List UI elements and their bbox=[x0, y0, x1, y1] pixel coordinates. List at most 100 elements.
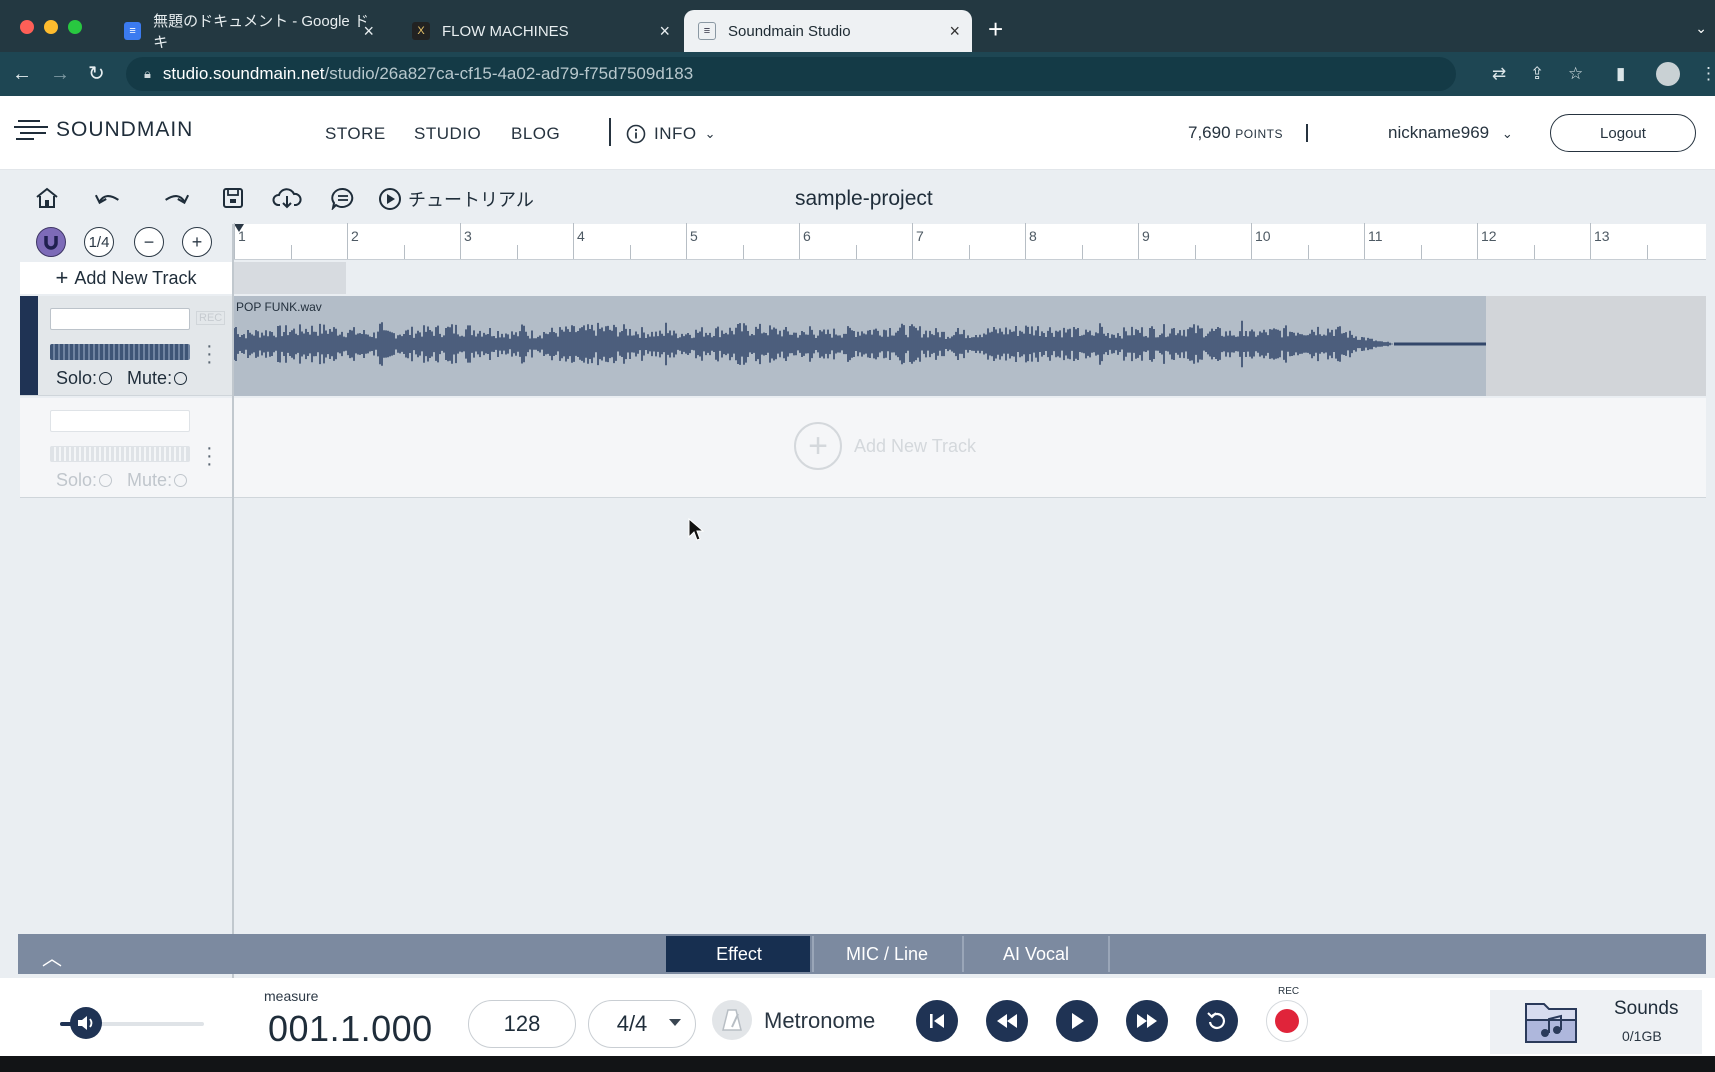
soundmain-logo[interactable]: SOUNDMAIN bbox=[14, 118, 193, 142]
music-folder-icon bbox=[1525, 1003, 1577, 1043]
solo-radio[interactable] bbox=[99, 372, 113, 385]
nav-studio[interactable]: STUDIO bbox=[414, 124, 481, 144]
caret-down-icon bbox=[669, 1019, 681, 1026]
measure-number: 12 bbox=[1481, 228, 1497, 244]
metronome-toggle[interactable] bbox=[712, 1000, 752, 1040]
ruler-subtick bbox=[1307, 245, 1309, 259]
translate-icon[interactable]: ⇄ bbox=[1492, 64, 1506, 84]
loop-button[interactable] bbox=[1196, 1000, 1238, 1042]
solo-toggle[interactable]: Solo: bbox=[56, 470, 113, 490]
track-rec-button[interactable]: REC bbox=[196, 311, 226, 325]
measure-value[interactable]: 001.1.000 bbox=[268, 1008, 433, 1050]
play-circle-icon bbox=[379, 188, 401, 210]
time-signature-select[interactable]: 4/4 bbox=[588, 1000, 696, 1048]
tab-effect[interactable]: Effect bbox=[666, 936, 810, 972]
back-icon[interactable]: ← bbox=[12, 63, 32, 85]
ruler-tick bbox=[1138, 223, 1139, 259]
loop-region[interactable] bbox=[234, 262, 346, 294]
nav-store[interactable]: STORE bbox=[325, 124, 386, 144]
comment-icon[interactable] bbox=[328, 184, 358, 212]
save-icon[interactable] bbox=[218, 184, 248, 212]
skip-back-icon bbox=[930, 1014, 944, 1028]
nav-info[interactable]: INFO ⌄ bbox=[626, 124, 716, 144]
close-tab-icon[interactable]: × bbox=[659, 21, 670, 42]
track-menu-icon[interactable]: · · · bbox=[206, 336, 213, 372]
bookmark-star-icon[interactable]: ☆ bbox=[1568, 64, 1583, 84]
mute-toggle[interactable]: Mute: bbox=[127, 470, 188, 490]
ruler-subtick bbox=[968, 245, 970, 259]
speaker-icon[interactable] bbox=[70, 1007, 102, 1039]
track-volume-slider[interactable] bbox=[50, 446, 190, 462]
play-icon bbox=[1072, 1013, 1084, 1029]
maximize-window-button[interactable] bbox=[68, 20, 82, 34]
add-new-track-lane-button[interactable]: + Add New Track bbox=[794, 422, 976, 470]
new-tab-button[interactable]: + bbox=[988, 16, 1003, 42]
close-window-button[interactable] bbox=[20, 20, 34, 34]
add-track-label: Add New Track bbox=[854, 435, 977, 456]
track-lane[interactable]: POP FUNK.wav bbox=[234, 296, 1706, 396]
project-name[interactable]: sample-project bbox=[795, 187, 933, 211]
mute-radio[interactable] bbox=[174, 372, 188, 385]
track-name-input[interactable] bbox=[50, 308, 190, 330]
minimize-window-button[interactable] bbox=[44, 20, 58, 34]
ruler-tick bbox=[686, 223, 687, 259]
forward-icon[interactable]: → bbox=[50, 63, 70, 85]
add-new-track-button[interactable]: + Add New Track bbox=[20, 262, 232, 294]
add-track-label: Add New Track bbox=[74, 267, 197, 288]
ruler-subtick bbox=[1194, 245, 1196, 259]
nav-blog[interactable]: BLOG bbox=[511, 124, 560, 144]
zoom-in-button[interactable]: + bbox=[182, 227, 212, 257]
profile-avatar[interactable] bbox=[1656, 62, 1680, 86]
measure-number: 9 bbox=[1142, 228, 1150, 244]
tab-mic-line[interactable]: MIC / Line bbox=[812, 936, 960, 972]
redo-icon[interactable] bbox=[160, 184, 190, 212]
ruler-subtick bbox=[290, 245, 292, 259]
browser-tab-google-docs[interactable]: ≡ 無題のドキュメント - Google ドキ × bbox=[110, 10, 386, 52]
user-menu[interactable]: nickname969 ⌄ bbox=[1388, 123, 1513, 143]
timeline-ruler[interactable]: 1 2 3 4 5 6 7 8 9 10 11 12 13 bbox=[234, 223, 1706, 260]
track-color-strip bbox=[20, 296, 38, 395]
browser-tab-soundmain[interactable]: ≡ Soundmain Studio × bbox=[684, 10, 972, 52]
url-field[interactable]: 🔒︎ studio.soundmain.net/studio/26a827ca-… bbox=[126, 57, 1456, 91]
browser-tab-bar: ≡ 無題のドキュメント - Google ドキ × X FLOW MACHINE… bbox=[0, 0, 1715, 52]
tab-search-icon[interactable]: ⌄ bbox=[1695, 20, 1707, 37]
track-menu-icon[interactable]: · · · bbox=[206, 438, 213, 474]
rewind-button[interactable] bbox=[986, 1000, 1028, 1042]
solo-radio[interactable] bbox=[99, 474, 113, 487]
snap-magnet-button[interactable] bbox=[36, 227, 66, 257]
side-panel-icon[interactable]: ▮ bbox=[1616, 64, 1625, 84]
cloud-download-icon[interactable] bbox=[272, 184, 302, 212]
tab-ai-vocal[interactable]: AI Vocal bbox=[962, 936, 1110, 972]
tutorial-button[interactable]: チュートリアル bbox=[378, 186, 534, 212]
logout-button[interactable]: Logout bbox=[1550, 114, 1696, 152]
undo-icon[interactable] bbox=[94, 184, 124, 212]
browser-tab-flow-machines[interactable]: X FLOW MACHINES × bbox=[398, 10, 682, 52]
quantize-button[interactable]: 1/4 bbox=[84, 227, 114, 257]
share-icon[interactable]: ⇪ bbox=[1530, 64, 1544, 84]
tutorial-label: チュートリアル bbox=[408, 190, 534, 210]
track-volume-slider[interactable] bbox=[50, 344, 190, 360]
mute-radio[interactable] bbox=[174, 474, 188, 487]
fast-forward-button[interactable] bbox=[1126, 1000, 1168, 1042]
chevron-up-icon[interactable]: ︿ bbox=[42, 942, 62, 971]
close-tab-icon[interactable]: × bbox=[363, 21, 374, 42]
browser-menu-icon[interactable]: ⋮ bbox=[1700, 64, 1715, 84]
sounds-library-button[interactable]: Sounds 0/1GB bbox=[1490, 990, 1702, 1054]
skip-to-start-button[interactable] bbox=[916, 1000, 958, 1042]
ruler-tick bbox=[460, 223, 461, 259]
tempo-input[interactable]: 128 bbox=[468, 1000, 576, 1048]
mute-toggle[interactable]: Mute: bbox=[127, 368, 188, 388]
ruler-subtick bbox=[742, 245, 744, 259]
close-tab-icon[interactable]: × bbox=[949, 21, 960, 42]
reload-icon[interactable]: ↻ bbox=[88, 63, 105, 85]
lock-icon: 🔒︎ bbox=[144, 66, 151, 81]
ruler-tick bbox=[912, 223, 913, 259]
zoom-out-button[interactable]: − bbox=[134, 227, 164, 257]
ruler-tick bbox=[234, 223, 235, 259]
audio-clip[interactable]: POP FUNK.wav bbox=[234, 296, 1486, 396]
play-button[interactable] bbox=[1056, 1000, 1098, 1042]
track-name-input[interactable] bbox=[50, 410, 190, 432]
solo-toggle[interactable]: Solo: bbox=[56, 368, 113, 388]
home-icon[interactable] bbox=[32, 184, 62, 212]
record-button[interactable] bbox=[1266, 1000, 1308, 1042]
